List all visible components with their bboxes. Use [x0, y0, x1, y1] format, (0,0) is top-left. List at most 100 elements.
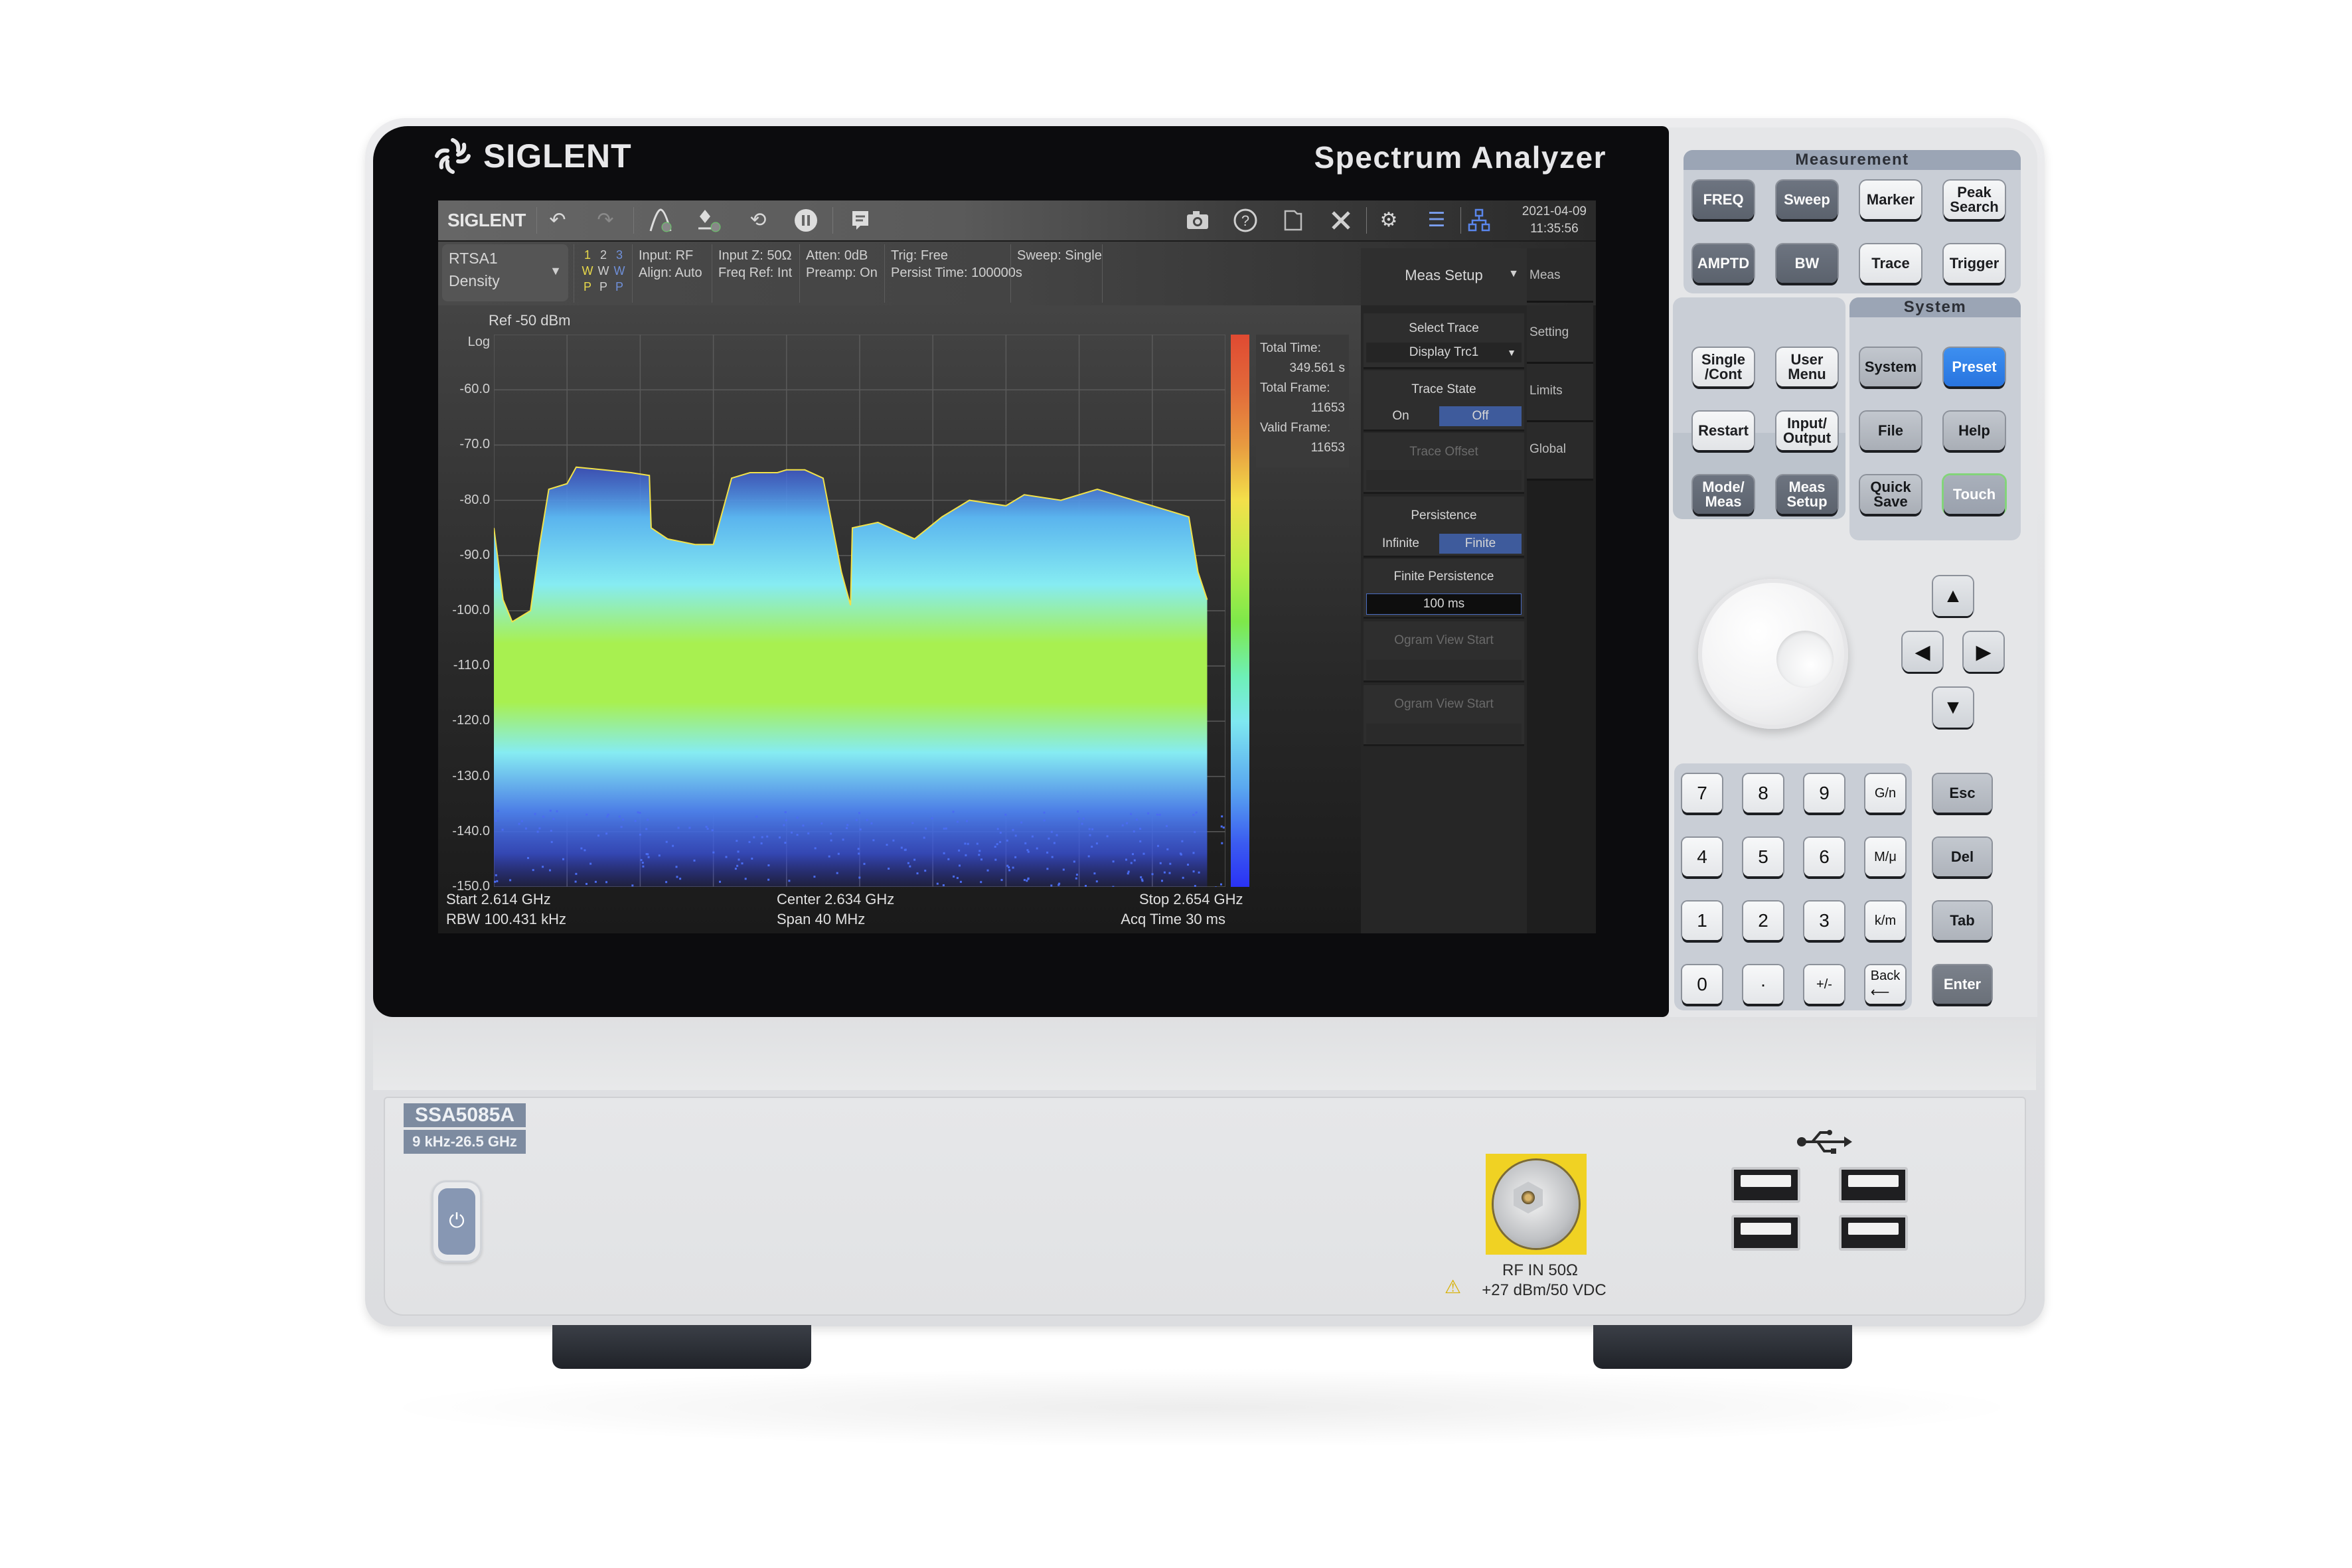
undo-icon[interactable]: ↶: [544, 207, 571, 234]
key-help[interactable]: Help: [1944, 412, 2005, 450]
numpad-key[interactable]: 6: [1804, 838, 1844, 876]
tab-setting[interactable]: Setting: [1527, 305, 1593, 364]
key-esc[interactable]: Esc: [1933, 774, 1992, 813]
key-user-menu[interactable]: User Menu: [1776, 348, 1838, 386]
usb-port[interactable]: [1839, 1167, 1908, 1203]
arrow-right-button[interactable]: ▶: [1964, 632, 2003, 672]
select-trace-dropdown[interactable]: Display Trc1 ▼: [1366, 343, 1522, 362]
message-icon[interactable]: [847, 207, 874, 234]
power-button[interactable]: ⏻: [431, 1180, 482, 1263]
rf-in-rating: +27 dBm/50 VDC: [1482, 1281, 1607, 1299]
key-restart[interactable]: Restart: [1693, 412, 1754, 450]
key-input-output[interactable]: Input/ Output: [1776, 412, 1838, 450]
numpad-key[interactable]: 7: [1682, 774, 1722, 813]
touch-screen[interactable]: SIGLENT ↶ ↷ ⟲ ? ⚙ ☰ 2021-04-09 11:35:56 …: [438, 200, 1596, 933]
numpad-key[interactable]: 8: [1743, 774, 1783, 813]
tab-meas[interactable]: Meas: [1527, 248, 1593, 303]
menu-select-trace[interactable]: Select Trace Display Trc1 ▼: [1364, 313, 1524, 369]
key-meas-setup[interactable]: Meas Setup: [1776, 475, 1838, 514]
usb-port[interactable]: [1839, 1215, 1908, 1251]
restart-sweep-icon[interactable]: ⟲: [745, 207, 771, 234]
density-point: [1004, 813, 1007, 816]
trace-indicator-3[interactable]: 3 WP: [612, 247, 627, 295]
pause-icon[interactable]: [793, 207, 819, 234]
mode-selector[interactable]: RTSA1 Density ▼: [442, 244, 568, 301]
key-mode-meas[interactable]: Mode/ Meas: [1693, 475, 1754, 514]
key-label: File: [1878, 422, 1903, 439]
density-plot[interactable]: [494, 335, 1225, 887]
trace-state-off[interactable]: Off: [1439, 406, 1522, 426]
numpad-key[interactable]: Back ⟵: [1865, 965, 1905, 1004]
network-icon[interactable]: [1466, 207, 1492, 234]
tab-limits[interactable]: Limits: [1527, 364, 1593, 422]
key-sweep[interactable]: Sweep: [1776, 181, 1838, 219]
trace-indicator-2[interactable]: 2 WP: [596, 247, 611, 295]
file-icon[interactable]: [1280, 207, 1306, 234]
numpad-key[interactable]: 1: [1682, 902, 1722, 940]
screenshot-icon[interactable]: [1184, 207, 1211, 234]
key-touch[interactable]: Touch: [1944, 475, 2005, 514]
menu-finite-persistence: Finite Persistence 100 ms: [1364, 559, 1524, 619]
density-point: [1050, 884, 1053, 887]
density-point: [994, 858, 997, 861]
key-system[interactable]: System: [1860, 348, 1921, 386]
density-point: [1089, 834, 1091, 836]
key-tab[interactable]: Tab: [1933, 902, 1992, 940]
key-amptd[interactable]: AMPTD: [1693, 244, 1754, 283]
key-del[interactable]: Del: [1933, 838, 1992, 876]
numpad-key[interactable]: ·: [1743, 965, 1783, 1004]
key-quick-save[interactable]: Quick Save: [1860, 475, 1921, 514]
trace-state-on[interactable]: On: [1364, 406, 1438, 426]
redo-icon[interactable]: ↷: [592, 207, 619, 234]
key-label: 2: [1758, 910, 1768, 931]
rbw[interactable]: RBW 100.431 kHz: [446, 909, 566, 929]
numpad-key[interactable]: 0: [1682, 965, 1722, 1004]
rotary-knob[interactable]: [1698, 579, 1848, 729]
finite-persistence-input[interactable]: 100 ms: [1366, 593, 1522, 615]
numpad-key[interactable]: 5: [1743, 838, 1783, 876]
tab-global[interactable]: Global: [1527, 422, 1593, 481]
key-marker[interactable]: Marker: [1860, 181, 1921, 219]
usb-port[interactable]: [1731, 1215, 1800, 1251]
numpad-key[interactable]: 2: [1743, 902, 1783, 940]
rf-input-connector[interactable]: [1486, 1154, 1587, 1255]
numpad-key[interactable]: +/-: [1804, 965, 1844, 1004]
numpad-key[interactable]: 3: [1804, 902, 1844, 940]
density-point: [1050, 830, 1053, 833]
numpad-key[interactable]: G/n: [1865, 774, 1905, 813]
acquisition-time[interactable]: Acq Time 30 ms: [1113, 909, 1225, 929]
arrow-left-button[interactable]: ◀: [1903, 632, 1942, 672]
key-single-cont[interactable]: Single /Cont: [1693, 348, 1754, 386]
key-file[interactable]: File: [1860, 412, 1921, 450]
center-frequency[interactable]: Center 2.634 GHz: [777, 890, 894, 909]
trace-indicator-1[interactable]: 1 WP: [580, 247, 595, 295]
key-preset[interactable]: Preset: [1944, 348, 2005, 386]
settings-icon[interactable]: ⚙: [1375, 207, 1402, 234]
numpad-key[interactable]: M/μ: [1865, 838, 1905, 876]
key-enter[interactable]: Enter: [1933, 965, 1992, 1004]
key-freq[interactable]: FREQ: [1693, 181, 1754, 219]
stop-frequency[interactable]: Stop 2.654 GHz: [1139, 890, 1243, 909]
numpad-key[interactable]: 4: [1682, 838, 1722, 876]
key-trigger[interactable]: Trigger: [1944, 244, 2005, 283]
density-point: [586, 883, 588, 885]
persistence-finite[interactable]: Finite: [1439, 534, 1522, 554]
arrow-down-button[interactable]: ▼: [1933, 688, 1973, 728]
list-icon[interactable]: ☰: [1423, 207, 1450, 234]
key-bw[interactable]: BW: [1776, 244, 1838, 283]
key-peak-search[interactable]: Peak Search: [1944, 181, 2005, 219]
numpad-key[interactable]: k/m: [1865, 902, 1905, 940]
usb-port[interactable]: [1731, 1167, 1800, 1203]
help-icon[interactable]: ?: [1232, 207, 1259, 234]
arrow-up-button[interactable]: ▲: [1933, 576, 1973, 616]
marker-to-ref-icon[interactable]: [696, 207, 722, 234]
tools-icon[interactable]: [1328, 207, 1354, 234]
span[interactable]: Span 40 MHz: [777, 909, 865, 929]
y-axis-tick-label: -130.0: [452, 768, 490, 783]
toolbar-separator: [832, 207, 833, 234]
numpad-key[interactable]: 9: [1804, 774, 1844, 813]
peak-marker-icon[interactable]: [648, 207, 674, 234]
key-trace[interactable]: Trace: [1860, 244, 1921, 283]
persistence-infinite[interactable]: Infinite: [1364, 534, 1438, 554]
menu-title[interactable]: Meas Setup ▼: [1361, 248, 1527, 305]
